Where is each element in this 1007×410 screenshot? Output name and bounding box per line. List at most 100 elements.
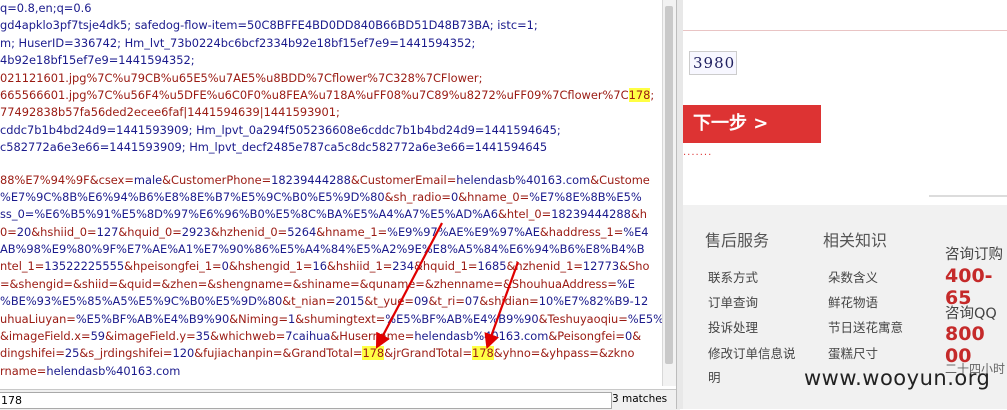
footer-link-order-query[interactable]: 订单查询 bbox=[708, 292, 758, 311]
footer-link-edit-order[interactable]: 修改订单信息说 bbox=[708, 343, 796, 362]
source-token: &hname_1= bbox=[316, 224, 388, 239]
next-step-button[interactable]: 下一步 > bbox=[683, 105, 821, 143]
source-token: c582772a6e3e66=1441593909; Hm_lpvt_decf2… bbox=[0, 140, 548, 155]
source-token: rname= bbox=[0, 363, 47, 378]
search-highlight: 178 bbox=[628, 87, 651, 102]
find-input[interactable] bbox=[0, 392, 612, 409]
source-line: &imageField.x=59&imageField.y=35&whichwe… bbox=[0, 328, 662, 345]
source-token: 35 bbox=[195, 329, 211, 344]
source-token: &yhpass= bbox=[540, 346, 599, 361]
source-token: %E5%BF%AB%E4%B9%90%g bbox=[627, 311, 662, 326]
source-token: 10%E7%82%B9-12 bbox=[538, 294, 649, 309]
source-token: cddc7b1b4bd24d9=1441593909; Hm_lpvt_0a29… bbox=[0, 122, 561, 137]
source-token: = bbox=[0, 276, 10, 291]
source-token: &hpeisongfei_1= bbox=[124, 259, 222, 274]
source-token: &shiname= bbox=[292, 276, 360, 291]
source-token: male bbox=[133, 172, 163, 187]
source-token: 2923 bbox=[181, 224, 211, 239]
source-token: 0= bbox=[0, 224, 17, 239]
divider bbox=[929, 195, 1007, 197]
source-token: AB%98%E9%80%9F%E7%AE%A1%E7%90%86%E5%A4%8… bbox=[0, 242, 645, 257]
source-token: 16 bbox=[312, 259, 327, 274]
hotline-label: 咨询订购 bbox=[945, 247, 1003, 263]
search-highlight: 178 bbox=[362, 346, 385, 361]
source-line: dingshifei=25&s_jrdingshifei=120&fujiach… bbox=[0, 345, 662, 362]
footer-link-contact[interactable]: 联系方式 bbox=[708, 267, 758, 286]
source-token: &quid= bbox=[118, 276, 162, 291]
footer-link-holiday-flowers[interactable]: 节日送花寓意 bbox=[828, 317, 903, 336]
source-line: uhuaLiuyan=%E5%BF%AB%E4%B9%90&Niming=1&s… bbox=[0, 311, 662, 328]
source-token: 120 bbox=[172, 346, 195, 361]
source-token: &haddress_1= bbox=[539, 224, 624, 239]
source-token: &jrGrandTotal= bbox=[384, 346, 473, 361]
source-line: c582772a6e3e66=1441593909; Hm_lpvt_decf2… bbox=[0, 139, 662, 156]
captcha-image[interactable]: 3980 bbox=[689, 51, 737, 75]
after-sales-heading: 售后服务 bbox=[705, 231, 770, 250]
source-token: &Peisongfei= bbox=[548, 329, 625, 344]
source-pane: q=0.8,en;q=0.6 gd4apklo3pf7tsje4dk5; safe… bbox=[0, 0, 662, 409]
source-token: ; bbox=[650, 87, 655, 102]
source-token: %E7%9C%8B%E6%94%B6%E8%8E%B7%E5%9C%B0%E5%… bbox=[0, 189, 385, 204]
source-line: AB%98%E9%80%9F%E7%AE%A1%E7%90%86%E5%A4%8… bbox=[0, 241, 662, 258]
scroll-down-arrow-icon[interactable] bbox=[663, 372, 676, 384]
source-line: 021121601.jpg%7C%u79CB%u65E5%u7AE5%u8BDD… bbox=[0, 70, 662, 87]
source-token: 665566601.jpg%7C%u56F4%u5DFE%u6C0F0%u8FE… bbox=[0, 87, 629, 102]
source-token: 0 bbox=[221, 259, 229, 274]
source-token: &imageField.y= bbox=[105, 329, 196, 344]
source-token: %E7%8E%8B%E5% bbox=[529, 189, 642, 204]
source-token: 4b92e18bf15ef7e9=1441594352; bbox=[0, 53, 195, 68]
qq-label: 咨询QQ bbox=[945, 306, 997, 322]
source-token: 77492838b57fa56ded2ecee6faf|1441594639|1… bbox=[0, 105, 340, 120]
source-token: 234 bbox=[392, 259, 415, 274]
footer-link-edit-order-cont[interactable]: 明 bbox=[708, 367, 721, 386]
source-token: &hzhenid_0= bbox=[210, 224, 288, 239]
source-token: &GrandTotal= bbox=[282, 346, 363, 361]
footer-link-cake-size[interactable]: 蛋糕尺寸 bbox=[828, 343, 878, 362]
source-token: &shiid= bbox=[72, 276, 119, 291]
source-token: &h bbox=[630, 207, 648, 222]
source-token: &Sho bbox=[619, 259, 650, 274]
source-token: &hshiid_0= bbox=[31, 224, 97, 239]
source-token: &shidian= bbox=[479, 294, 539, 309]
source-token: &Husername= bbox=[330, 329, 415, 344]
source-token: q=0.8,en;q=0.6 bbox=[0, 1, 92, 15]
source-token: 5264 bbox=[287, 224, 317, 239]
source-line: rname=helendasb%40163.com bbox=[0, 363, 662, 380]
source-token: &quname= bbox=[359, 276, 425, 291]
footer-link-flower-count[interactable]: 朵数含义 bbox=[828, 267, 878, 286]
source-token: &imageField.x= bbox=[0, 329, 91, 344]
source-token: &sh_radio= bbox=[384, 189, 451, 204]
source-token: &yhno= bbox=[493, 346, 541, 361]
source-token: 18239444288 bbox=[551, 207, 631, 222]
footer-link-complaint[interactable]: 投诉处理 bbox=[708, 317, 758, 336]
source-token: &fujiachanpin= bbox=[194, 346, 283, 361]
scroll-thumb[interactable] bbox=[665, 6, 673, 364]
vertical-scrollbar[interactable] bbox=[662, 0, 676, 386]
source-token: 88%E7%94%9F&csex= bbox=[0, 172, 134, 187]
source-line bbox=[0, 157, 662, 172]
source-token: 021121601.jpg%7C%u79CB%u65E5%u7AE5%u8BDD… bbox=[0, 70, 483, 85]
source-token: %E bbox=[616, 276, 635, 291]
source-token: %BE%93%E5%85%A5%E5%9C%B0%E5%9D%80 bbox=[0, 294, 283, 309]
source-token: %E9%97%AE%E9%97%AE bbox=[387, 224, 540, 239]
source-token: &shengid= bbox=[9, 276, 73, 291]
source-line: 665566601.jpg%7C%u56F4%u5DFE%u6C0F0%u8FE… bbox=[0, 87, 662, 104]
search-highlight: 178 bbox=[472, 346, 494, 361]
source-token: &ShouhuaAddress= bbox=[503, 276, 617, 291]
source-line: ss_0=%E6%B5%91%E5%8D%97%E6%96%B0%E5%8C%B… bbox=[0, 206, 662, 223]
source-line: gd4apklo3pf7tsje4dk5; safedog-flow-item=… bbox=[0, 17, 662, 34]
source-token: %E4 bbox=[623, 224, 649, 239]
source-line: m; HuserID=336742; Hm_lvt_73b0224bc6bcf2… bbox=[0, 35, 662, 52]
source-line: cddc7b1b4bd24d9=1441593909; Hm_lpvt_0a29… bbox=[0, 122, 662, 139]
request-source-text: q=0.8,en;q=0.6 gd4apklo3pf7tsje4dk5; safe… bbox=[0, 0, 662, 386]
watermark: www.wooyun.org bbox=[804, 366, 991, 390]
source-token: &hzhenid_1= bbox=[506, 259, 583, 274]
source-token: 13522225555 bbox=[44, 259, 125, 274]
source-token: 25 bbox=[64, 346, 80, 361]
source-token: 59 bbox=[90, 329, 106, 344]
source-token: 127 bbox=[96, 224, 119, 239]
source-token: &CustomerPhone= bbox=[162, 172, 272, 187]
footer-link-flower-language[interactable]: 鲜花物语 bbox=[828, 292, 878, 311]
source-token: &CustomerEmail= bbox=[350, 172, 457, 187]
source-line: %BE%93%E5%85%A5%E5%9C%B0%E5%9D%80&t_nian… bbox=[0, 293, 662, 310]
